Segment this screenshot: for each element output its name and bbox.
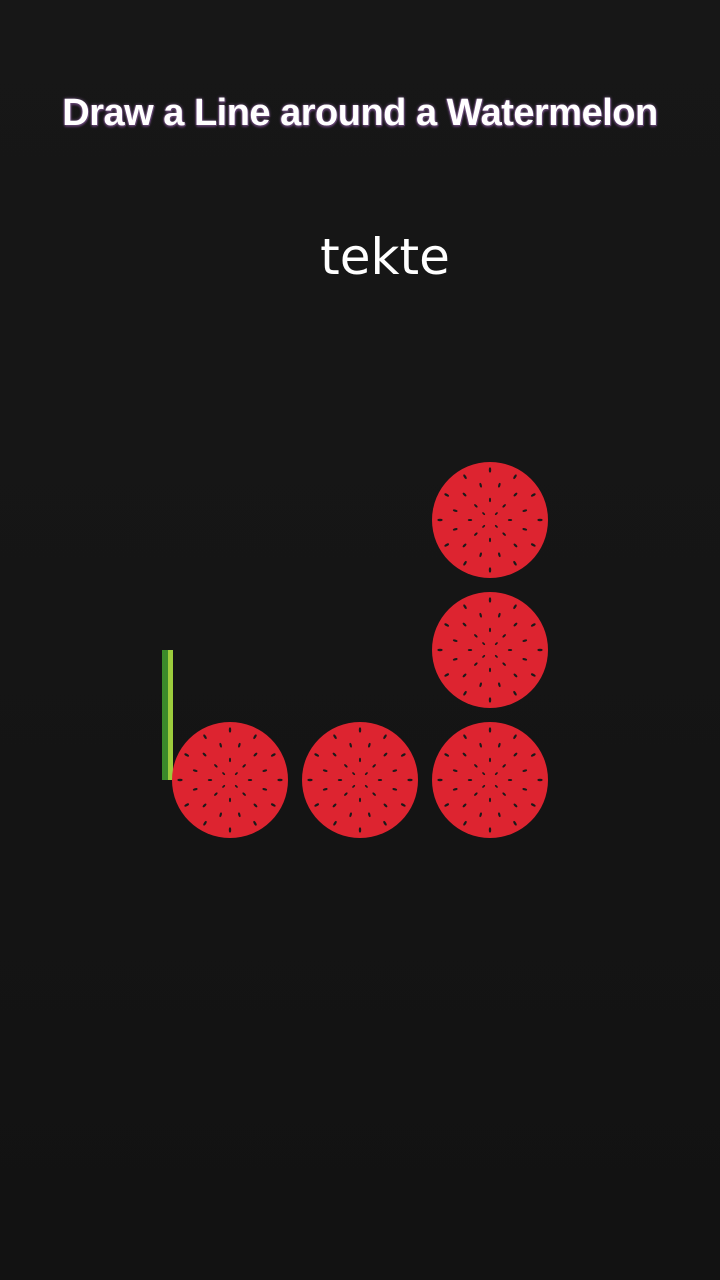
seed: [488, 567, 492, 573]
watermelon-slice-2[interactable]: [432, 592, 548, 708]
seed: [537, 648, 543, 652]
seed: [247, 779, 253, 781]
seed: [467, 649, 473, 651]
seed: [507, 649, 513, 651]
seed: [337, 779, 343, 781]
seed: [507, 779, 513, 781]
watermelon-icon: [432, 592, 548, 708]
seed: [489, 757, 491, 763]
game-board[interactable]: [0, 0, 720, 1280]
seed: [407, 778, 413, 782]
seed: [277, 778, 283, 782]
seed: [359, 757, 361, 763]
seed: [467, 519, 473, 521]
seed: [359, 797, 361, 803]
seed: [307, 778, 313, 782]
seed: [377, 779, 383, 781]
seed: [437, 518, 443, 522]
seed: [229, 797, 231, 803]
melon-flesh: [172, 722, 288, 838]
seed: [489, 627, 491, 633]
seed: [488, 827, 492, 833]
seed: [489, 537, 491, 543]
seed: [437, 648, 443, 652]
seed: [488, 597, 492, 603]
watermelon-slice-1[interactable]: [432, 462, 548, 578]
watermelon-slice-5[interactable]: [432, 722, 548, 838]
seed: [489, 667, 491, 673]
watermelon-slice-3[interactable]: [172, 722, 288, 838]
seed: [488, 697, 492, 703]
watermelon-slice-4[interactable]: [302, 722, 418, 838]
seed: [228, 727, 232, 733]
seed: [207, 779, 213, 781]
melon-flesh: [432, 722, 548, 838]
melon-flesh: [432, 462, 548, 578]
seed: [437, 778, 443, 782]
seed: [507, 519, 513, 521]
melon-flesh: [302, 722, 418, 838]
melon-flesh: [432, 592, 548, 708]
seed: [358, 727, 362, 733]
watermelon-icon: [302, 722, 418, 838]
seed: [229, 757, 231, 763]
seed: [228, 827, 232, 833]
watermelon-icon: [432, 462, 548, 578]
seed: [358, 827, 362, 833]
watermelon-icon: [172, 722, 288, 838]
seed: [488, 727, 492, 733]
seed: [177, 778, 183, 782]
seed: [489, 497, 491, 503]
watermelon-icon: [432, 722, 548, 838]
seed: [537, 778, 543, 782]
seed: [537, 518, 543, 522]
seed: [488, 467, 492, 473]
seed: [467, 779, 473, 781]
seed: [489, 797, 491, 803]
